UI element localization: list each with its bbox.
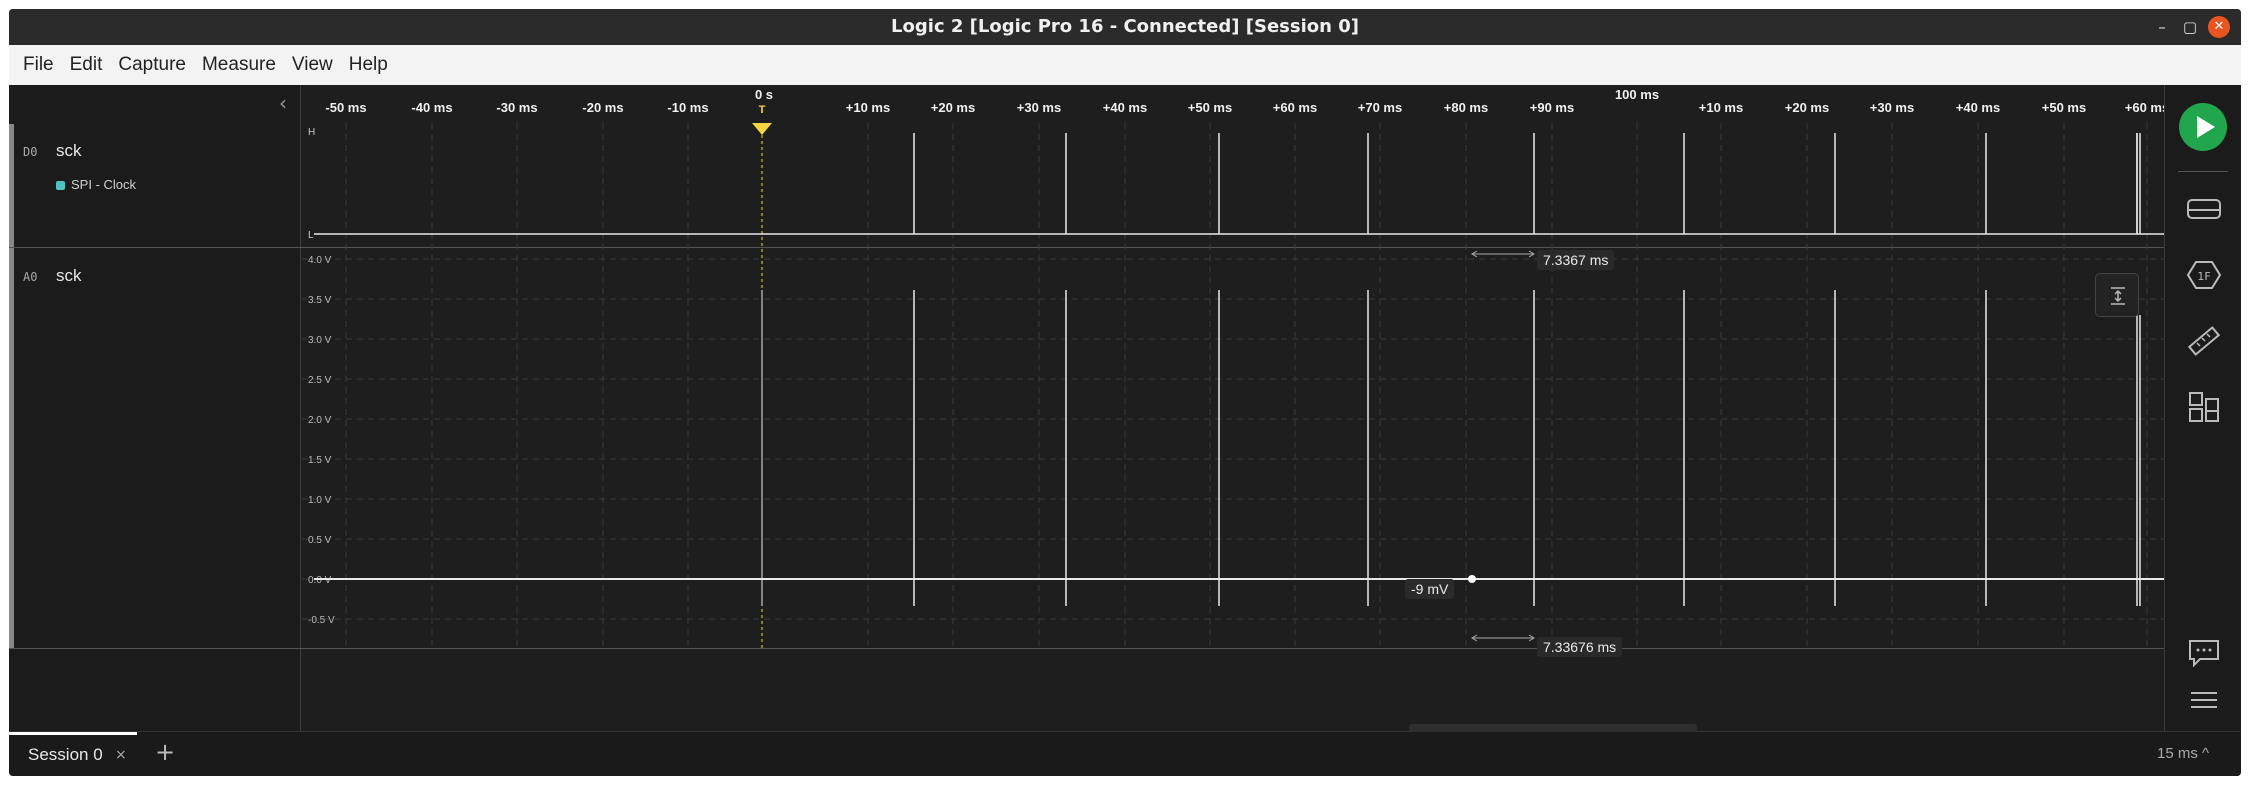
menu-view[interactable]: View — [286, 54, 339, 76]
cursor-value-readout: -9 mV — [1405, 579, 1455, 599]
timeline-tick-label: -50 ms — [325, 100, 366, 115]
device-settings-icon[interactable] — [2186, 191, 2222, 227]
analog-axis-label: 1.0 V — [308, 495, 332, 506]
analog-axis-label: 3.5 V — [308, 295, 332, 306]
right-sidebar: 1F — [2164, 85, 2241, 731]
trigger-marker-icon — [752, 123, 772, 135]
analyzer-color-dot — [56, 181, 65, 191]
timeline-tick-label: +40 ms — [1103, 100, 1147, 115]
timeline-tick-label: +30 ms — [1870, 100, 1914, 115]
timeline-tick-label: +60 ms — [1273, 100, 1317, 115]
hamburger-menu-icon[interactable] — [2186, 683, 2222, 719]
analog-axis-label: 3.0 V — [308, 335, 332, 346]
extensions-icon[interactable] — [2186, 389, 2222, 425]
channel-selection-bar — [9, 248, 14, 648]
analog-axis-label: 0.5 V — [308, 535, 332, 546]
timeline-tick-label: +70 ms — [1358, 100, 1402, 115]
timeline-tick-label: +90 ms — [1530, 100, 1574, 115]
app-window: Logic 2 [Logic Pro 16 - Connected] [Sess… — [9, 9, 2241, 776]
play-icon — [2197, 116, 2215, 138]
analog-axis-label: 1.5 V — [308, 455, 332, 466]
analog-axis-label: 4.0 V — [308, 255, 332, 266]
timeline-tick-label: +10 ms — [1699, 100, 1743, 115]
digital-period-measurement: 7.3367 ms — [1537, 250, 1615, 270]
title-bar: Logic 2 [Logic Pro 16 - Connected] [Sess… — [9, 9, 2241, 45]
timeline-tick-label: -30 ms — [496, 100, 537, 115]
analog-axis-label: 2.0 V — [308, 415, 332, 426]
analyzers-icon[interactable]: 1F — [2186, 257, 2222, 293]
timeline-tick-label: +30 ms — [1017, 100, 1061, 115]
channel-label-a0[interactable]: A0 sck — [9, 248, 301, 648]
channel-tag: A0 — [23, 270, 38, 284]
timeline-tick-label: +50 ms — [1188, 100, 1232, 115]
channel-name[interactable]: sck — [56, 141, 82, 161]
waveform-canvas[interactable]: -50 ms -40 ms -30 ms -20 ms -10 ms +10 ms +20 … — [302, 85, 2164, 731]
timeline-tick-label: +20 ms — [1785, 100, 1829, 115]
analog-axis-label: 0.0 V — [308, 575, 332, 586]
chevron-left-icon[interactable]: ‹ — [279, 91, 287, 115]
menu-bar: File Edit Capture Measure View Help — [9, 45, 2241, 85]
minimize-icon[interactable]: – — [2151, 16, 2173, 38]
session-tab[interactable]: Session 0 × — [9, 732, 137, 776]
time-scale-selector[interactable]: 15 ms ^ — [2157, 745, 2209, 762]
channel-name[interactable]: sck — [56, 266, 82, 286]
timeline-tick-label: +80 ms — [1444, 100, 1488, 115]
waveform-area[interactable]: -50 ms -40 ms -30 ms -20 ms -10 ms +10 ms +20 … — [302, 85, 2164, 731]
add-session-button[interactable]: + — [155, 738, 175, 766]
close-session-icon[interactable]: × — [115, 747, 127, 763]
level-low-label: L — [308, 230, 314, 241]
timeline-tick-label: -10 ms — [667, 100, 708, 115]
channel-labels-panel: ‹ D0 sck SPI - Clock A0 sck — [9, 85, 301, 731]
level-high-label: H — [308, 127, 315, 138]
timeline-100ms-label: 100 ms — [1615, 87, 1659, 102]
capture-view: ‹ D0 sck SPI - Clock A0 sck -50 ms -40 ms… — [9, 85, 2241, 731]
timeline-tick-label: +50 ms — [2042, 100, 2086, 115]
channel-label-d0[interactable]: D0 sck SPI - Clock — [9, 123, 301, 246]
maximize-icon[interactable]: ▢ — [2179, 16, 2201, 38]
feedback-chat-icon[interactable] — [2186, 635, 2222, 671]
timeline-tick-label: -20 ms — [582, 100, 623, 115]
menu-edit[interactable]: Edit — [64, 54, 109, 76]
measure-ruler-icon[interactable] — [2186, 323, 2222, 359]
window-title: Logic 2 [Logic Pro 16 - Connected] [Sess… — [891, 16, 1359, 37]
menu-file[interactable]: File — [17, 54, 60, 76]
timeline-tick-label: +60 ms — [2125, 100, 2164, 115]
menu-measure[interactable]: Measure — [196, 54, 282, 76]
analog-period-measurement: 7.33676 ms — [1537, 637, 1623, 657]
timeline-tick-label: -40 ms — [411, 100, 452, 115]
svg-text:1F: 1F — [2197, 270, 2210, 283]
analyzer-badge[interactable]: SPI - Clock — [56, 177, 136, 192]
channel-tag: D0 — [23, 145, 38, 159]
analyzer-label: SPI - Clock — [71, 177, 137, 192]
cursor-dot — [1468, 575, 1476, 583]
status-bar: Session 0 × + 15 ms ^ — [9, 724, 2241, 776]
timeline-tick-label: +40 ms — [1956, 100, 2000, 115]
close-icon[interactable]: ✕ — [2208, 16, 2230, 38]
menu-help[interactable]: Help — [343, 54, 394, 76]
fit-height-icon — [2111, 287, 2125, 305]
timeline-tick-label: +20 ms — [931, 100, 975, 115]
fit-height-button[interactable] — [2095, 273, 2139, 317]
sidebar-divider — [2178, 171, 2228, 172]
analog-axis-label: 2.5 V — [308, 375, 332, 386]
session-tab-label: Session 0 — [28, 745, 103, 764]
menu-capture[interactable]: Capture — [112, 54, 192, 76]
horizontal-scrollbar[interactable] — [1409, 724, 1697, 732]
channel-selection-bar — [9, 124, 14, 247]
start-capture-button[interactable] — [2179, 103, 2227, 151]
timeline-tick-label: +10 ms — [846, 100, 890, 115]
timeline-zero-label: 0 s — [755, 87, 773, 102]
trigger-label: T — [759, 104, 766, 116]
analog-axis-label: -0.5 V — [308, 615, 335, 626]
